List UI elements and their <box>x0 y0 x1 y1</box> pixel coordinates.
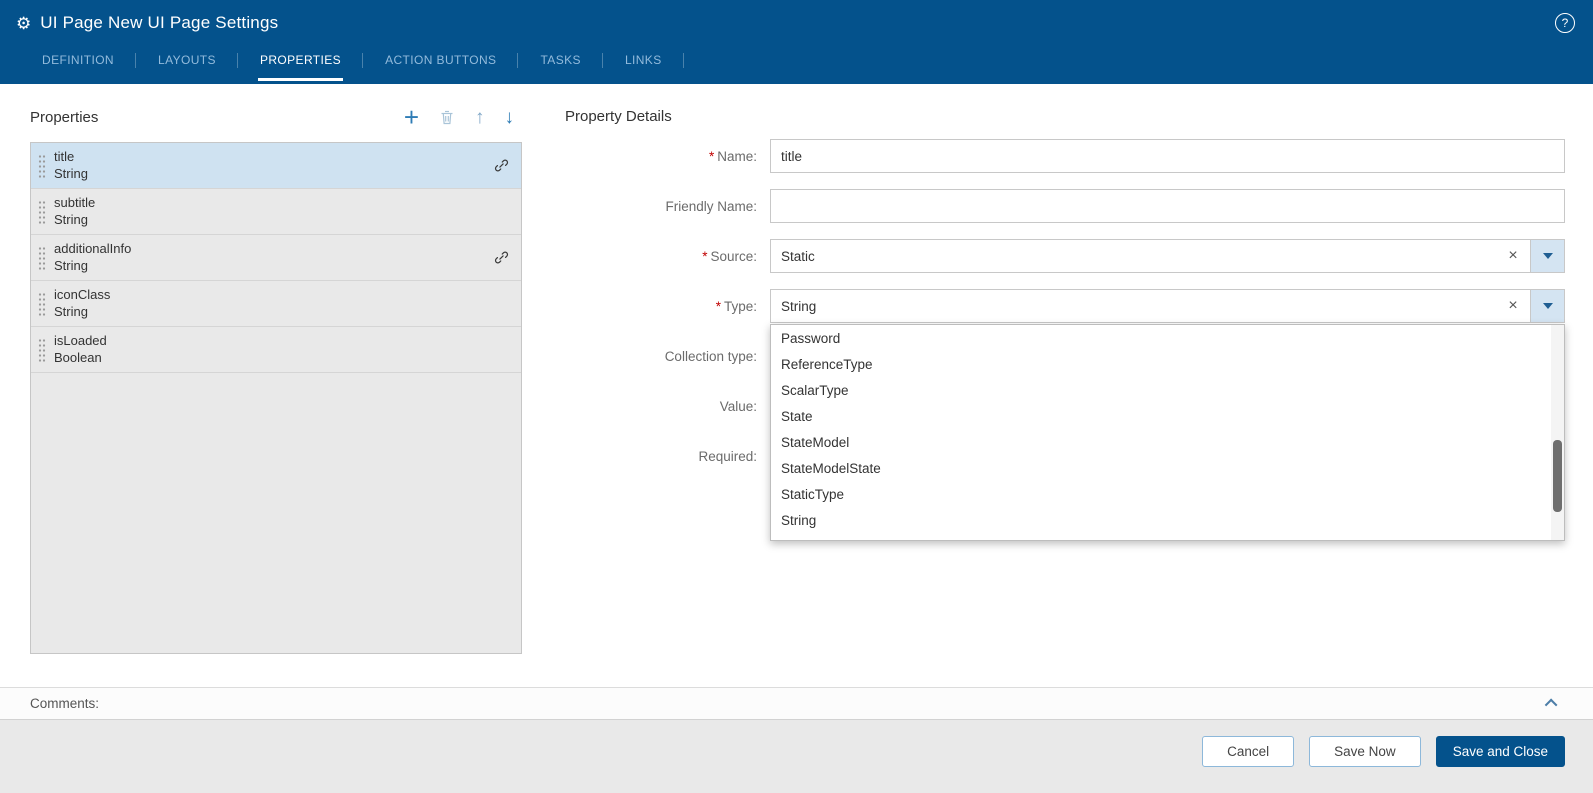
source-label: *Source: <box>565 249 770 264</box>
footer: Cancel Save Now Save and Close <box>0 720 1593 793</box>
property-type: String <box>54 258 131 274</box>
type-dropdown-button[interactable] <box>1530 290 1564 322</box>
friendly-name-input[interactable] <box>770 189 1565 223</box>
property-details-panel: Property Details *Name: Friendly Name: *… <box>565 102 1565 687</box>
list-item-text: isLoaded Boolean <box>54 333 107 366</box>
name-field-row: *Name: <box>565 139 1565 173</box>
list-item-text: additionalInfo String <box>54 241 131 274</box>
drag-handle-icon[interactable] <box>38 200 46 224</box>
link-icon <box>494 250 509 265</box>
required-asterisk: * <box>709 149 714 164</box>
friendly-name-label: Friendly Name: <box>565 199 770 214</box>
property-type: Boolean <box>54 350 107 366</box>
property-name: subtitle <box>54 195 95 211</box>
tab-tasks[interactable]: TASKS <box>538 44 582 81</box>
required-asterisk: * <box>716 299 721 314</box>
tab-action-buttons[interactable]: ACTION BUTTONS <box>383 44 498 81</box>
list-item-text: title String <box>54 149 88 182</box>
list-item[interactable]: title String <box>31 143 521 189</box>
main-content: Properties + ↑ ↓ <box>0 84 1593 687</box>
add-property-button[interactable]: + <box>404 104 419 130</box>
dropdown-option[interactable]: State <box>771 403 1564 429</box>
property-type: String <box>54 212 95 228</box>
name-input[interactable] <box>770 139 1565 173</box>
app-window: ⚙ UI Page New UI Page Settings ? DEFINIT… <box>0 0 1593 793</box>
property-name: iconClass <box>54 287 110 303</box>
property-type: String <box>54 166 88 182</box>
source-value[interactable]: Static <box>771 240 1496 272</box>
comments-bar: Comments: <box>0 687 1593 720</box>
help-glyph: ? <box>1562 16 1569 30</box>
chevron-down-icon <box>1543 303 1553 309</box>
gear-icon: ⚙ <box>16 15 31 32</box>
dropdown-option[interactable]: ReferenceType <box>771 351 1564 377</box>
properties-toolbar: + ↑ ↓ <box>404 104 522 130</box>
link-icon <box>494 158 509 173</box>
dropdown-option[interactable]: String <box>771 507 1564 533</box>
tab-layouts[interactable]: LAYOUTS <box>156 44 218 81</box>
save-and-close-button[interactable]: Save and Close <box>1436 736 1565 767</box>
dropdown-option[interactable]: Password <box>771 325 1564 351</box>
details-panel-title: Property Details <box>565 102 1565 125</box>
dropdown-option[interactable]: StateModelState <box>771 455 1564 481</box>
collapse-comments-button[interactable] <box>1541 693 1563 715</box>
dropdown-scrollbar-thumb[interactable] <box>1553 440 1562 512</box>
drag-handle-icon[interactable] <box>38 292 46 316</box>
drag-handle-icon[interactable] <box>38 154 46 178</box>
page-title: UI Page New UI Page Settings <box>40 13 278 33</box>
list-item[interactable]: iconClass String <box>31 281 521 327</box>
delete-property-button[interactable] <box>439 109 455 126</box>
clear-icon[interactable]: × <box>1496 240 1530 272</box>
collection-type-label: Collection type: <box>565 349 770 364</box>
cancel-button[interactable]: Cancel <box>1202 736 1294 767</box>
move-down-button[interactable]: ↓ <box>505 108 515 127</box>
type-field-row: *Type: String × Password ReferenceType S… <box>565 289 1565 323</box>
list-item[interactable]: additionalInfo String <box>31 235 521 281</box>
properties-list: title String subtitle <box>30 142 522 654</box>
required-label: Required: <box>565 449 770 464</box>
save-now-button[interactable]: Save Now <box>1309 736 1421 767</box>
trash-icon <box>439 109 455 126</box>
value-label: Value: <box>565 399 770 414</box>
type-value[interactable]: String <box>771 290 1496 322</box>
comments-label: Comments: <box>30 696 99 711</box>
move-up-button[interactable]: ↑ <box>475 108 485 127</box>
tab-bar: DEFINITION LAYOUTS PROPERTIES ACTION BUT… <box>16 44 1575 81</box>
type-label: *Type: <box>565 299 770 314</box>
source-combobox[interactable]: Static × <box>770 239 1565 273</box>
properties-panel: Properties + ↑ ↓ <box>30 102 522 687</box>
properties-panel-header: Properties + ↑ ↓ <box>30 102 522 132</box>
list-item[interactable]: isLoaded Boolean <box>31 327 521 373</box>
type-dropdown-list: Password ReferenceType ScalarType State … <box>770 324 1565 541</box>
source-field-row: *Source: Static × <box>565 239 1565 273</box>
property-name: title <box>54 149 88 165</box>
property-type: String <box>54 304 110 320</box>
property-name: additionalInfo <box>54 241 131 257</box>
title-row: ⚙ UI Page New UI Page Settings <box>16 13 278 33</box>
property-name: isLoaded <box>54 333 107 349</box>
tab-links[interactable]: LINKS <box>623 44 664 81</box>
source-dropdown-button[interactable] <box>1530 240 1564 272</box>
friendly-name-field-row: Friendly Name: <box>565 189 1565 223</box>
tab-properties[interactable]: PROPERTIES <box>258 44 343 81</box>
list-item-text: iconClass String <box>54 287 110 320</box>
name-label: *Name: <box>565 149 770 164</box>
header: ⚙ UI Page New UI Page Settings ? DEFINIT… <box>0 0 1593 84</box>
header-top: ⚙ UI Page New UI Page Settings ? <box>16 8 1575 38</box>
dropdown-option[interactable]: StaticType <box>771 481 1564 507</box>
dropdown-option[interactable]: ScalarType <box>771 377 1564 403</box>
required-asterisk: * <box>702 249 707 264</box>
tab-definition[interactable]: DEFINITION <box>40 44 116 81</box>
chevron-up-icon <box>1544 699 1557 712</box>
dropdown-option[interactable]: StateModel <box>771 429 1564 455</box>
list-item[interactable]: subtitle String <box>31 189 521 235</box>
help-icon[interactable]: ? <box>1555 13 1575 33</box>
drag-handle-icon[interactable] <box>38 338 46 362</box>
drag-handle-icon[interactable] <box>38 246 46 270</box>
list-item-text: subtitle String <box>54 195 95 228</box>
type-combobox[interactable]: String × <box>770 289 1565 323</box>
chevron-down-icon <box>1543 253 1553 259</box>
clear-icon[interactable]: × <box>1496 290 1530 322</box>
properties-panel-title: Properties <box>30 109 98 126</box>
